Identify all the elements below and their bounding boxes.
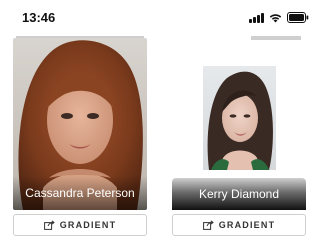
share-icon bbox=[202, 220, 214, 230]
portrait-image bbox=[203, 66, 276, 170]
status-icons bbox=[249, 12, 309, 23]
gradient-button-label: GRADIENT bbox=[218, 220, 276, 230]
gradient-button[interactable]: GRADIENT bbox=[13, 214, 147, 236]
gradient-button[interactable]: GRADIENT bbox=[172, 214, 306, 236]
profile-photo-card-1[interactable]: Cassandra Peterson bbox=[13, 38, 147, 210]
gradient-button-label: GRADIENT bbox=[59, 220, 117, 230]
card-name: Kerry Diamond bbox=[198, 187, 280, 201]
wifi-icon bbox=[269, 13, 282, 23]
share-icon bbox=[43, 220, 55, 230]
cellular-signal-icon bbox=[249, 12, 264, 23]
profile-photo-card-2[interactable] bbox=[203, 66, 276, 170]
name-banner-card-2: Kerry Diamond bbox=[172, 178, 306, 210]
status-time: 13:46 bbox=[22, 10, 56, 25]
card-name: Cassandra Peterson bbox=[13, 176, 147, 210]
card-top-strip bbox=[251, 36, 301, 40]
battery-icon bbox=[287, 12, 309, 23]
status-bar: 13:46 bbox=[0, 0, 319, 36]
